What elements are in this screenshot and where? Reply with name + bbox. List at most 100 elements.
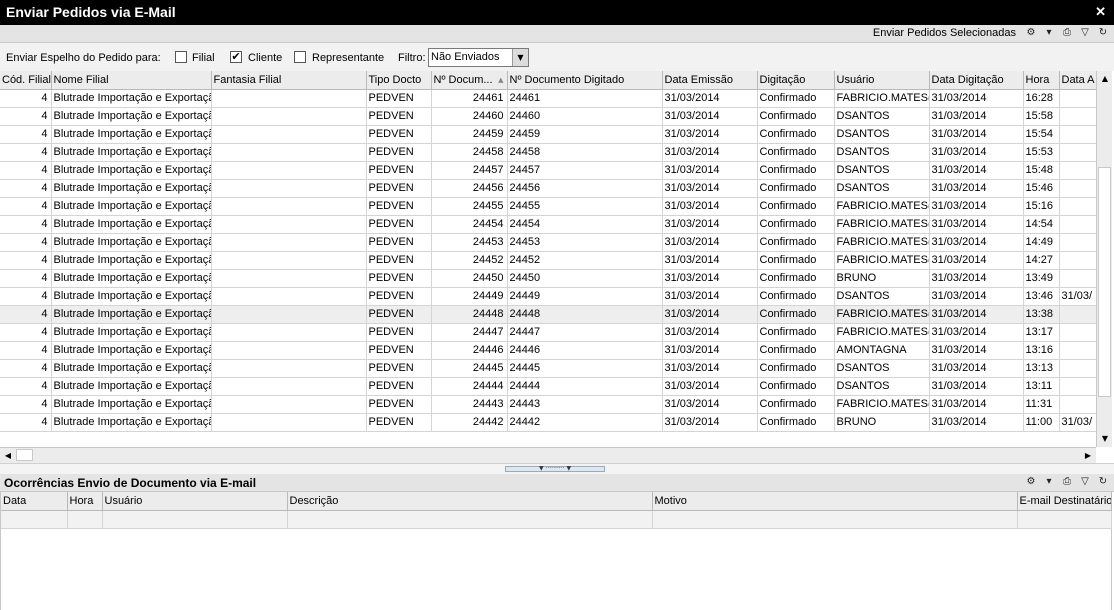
refresh-icon[interactable]: ↻: [1096, 26, 1110, 40]
refresh-icon[interactable]: ↻: [1096, 475, 1110, 489]
cell-data-emissao: 31/03/2014: [662, 251, 758, 270]
table-row[interactable]: 4 Blutrade Importação e Exportação PEDVEN 2…: [0, 107, 1096, 126]
sort-ascending-icon: ▲: [498, 75, 504, 84]
column-header-hora[interactable]: Hora: [67, 492, 103, 511]
column-header-motivo[interactable]: Motivo: [652, 492, 1018, 511]
column-header-data[interactable]: Data: [1, 492, 68, 511]
filter-icon[interactable]: ▽: [1078, 26, 1092, 40]
column-header-tipo-docto[interactable]: Tipo Docto: [366, 71, 432, 90]
cell-n-documento-digitado: 24456: [507, 179, 663, 198]
column-header-fantasia-filial[interactable]: Fantasia Filial: [211, 71, 367, 90]
cell-cod-filial: 4: [0, 323, 52, 342]
send-selected-button[interactable]: Enviar Pedidos Selecionadas: [873, 27, 1016, 39]
chevron-down-icon[interactable]: ▾: [1042, 475, 1056, 489]
table-row[interactable]: 4 Blutrade Importação e Exportação PEDVEN 2…: [0, 143, 1096, 162]
cell-tipo-docto: PEDVEN: [366, 269, 432, 288]
table-row[interactable]: 4 Blutrade Importação e Exportação PEDVEN 2…: [0, 395, 1096, 414]
table-row[interactable]: 4 Blutrade Importação e Exportação PEDVEN 2…: [0, 323, 1096, 342]
column-header-e-mail-destinatario[interactable]: E-mail Destinatário: [1017, 492, 1112, 511]
cell-n-docum: 24456: [431, 179, 508, 198]
orders-grid: Cód. Filial Nome Filial Fantasia Filial Tip…: [0, 71, 1096, 447]
empty-cell: [652, 510, 1018, 529]
representante-checkbox[interactable]: [294, 51, 306, 63]
cell-data-a: [1059, 323, 1096, 342]
cliente-checkbox[interactable]: ✔: [230, 51, 242, 63]
orders-vertical-scrollbar[interactable]: ▲ ▼: [1096, 71, 1112, 447]
cell-usuario: FABRICIO.MATES(: [834, 323, 930, 342]
column-header-data-emissao[interactable]: Data Emissão: [662, 71, 758, 90]
column-header-descricao[interactable]: Descrição: [287, 492, 653, 511]
cell-nome-filial: Blutrade Importação e Exportação: [51, 179, 212, 198]
column-header-data-a[interactable]: Data A: [1059, 71, 1096, 90]
cell-usuario: FABRICIO.MATES(: [834, 197, 930, 216]
scroll-down-icon[interactable]: ▼: [1097, 431, 1113, 447]
orders-horizontal-scrollbar[interactable]: ◀ ▶: [0, 447, 1096, 463]
cell-data-a: [1059, 197, 1096, 216]
column-header-digitacao[interactable]: Digitação: [757, 71, 835, 90]
settings-icon[interactable]: ⚙: [1024, 26, 1038, 40]
table-row[interactable]: 4 Blutrade Importação e Exportação PEDVEN 2…: [0, 269, 1096, 288]
scroll-up-icon[interactable]: ▲: [1097, 71, 1113, 87]
table-row[interactable]: 4 Blutrade Importação e Exportação PEDVEN 2…: [0, 179, 1096, 198]
column-header-nome-filial[interactable]: Nome Filial: [51, 71, 212, 90]
scroll-thumb[interactable]: [16, 449, 33, 461]
table-row[interactable]: 4 Blutrade Importação e Exportação PEDVEN 2…: [0, 341, 1096, 360]
scroll-left-icon[interactable]: ◀: [0, 448, 16, 463]
cell-fantasia-filial: [211, 107, 367, 126]
cell-n-docum: 24458: [431, 143, 508, 162]
cell-nome-filial: Blutrade Importação e Exportação: [51, 215, 212, 234]
cell-cod-filial: 4: [0, 287, 52, 306]
table-row[interactable]: 4 Blutrade Importação e Exportação PEDVEN 2…: [0, 197, 1096, 216]
column-header-usuario[interactable]: Usuário: [834, 71, 930, 90]
table-row[interactable]: 4 Blutrade Importação e Exportação PEDVEN 2…: [0, 161, 1096, 180]
cell-data-digitacao: 31/03/2014: [929, 413, 1024, 432]
column-header-hora[interactable]: Hora: [1023, 71, 1060, 90]
settings-icon[interactable]: ⚙: [1024, 475, 1038, 489]
cell-fantasia-filial: [211, 125, 367, 144]
table-row[interactable]: 4 Blutrade Importação e Exportação PEDVEN 2…: [0, 305, 1096, 324]
table-row[interactable]: 4 Blutrade Importação e Exportação PEDVEN 2…: [0, 359, 1096, 378]
table-row[interactable]: 4 Blutrade Importação e Exportação PEDVEN 2…: [0, 89, 1096, 108]
filtro-select[interactable]: Não Enviados ▼: [428, 48, 529, 67]
column-header-n-documento-digitado[interactable]: Nº Documento Digitado: [507, 71, 663, 90]
scroll-right-icon[interactable]: ▶: [1080, 448, 1096, 463]
close-icon[interactable]: ✕: [1095, 4, 1106, 20]
column-header-usuario[interactable]: Usuário: [102, 492, 288, 511]
cell-hora: 16:28: [1023, 89, 1060, 108]
table-row[interactable]: 4 Blutrade Importação e Exportação PEDVEN 2…: [0, 251, 1096, 270]
cell-data-a: [1059, 233, 1096, 252]
cell-usuario: FABRICIO.MATES(: [834, 395, 930, 414]
chevron-down-icon[interactable]: ▼: [512, 49, 528, 66]
chevron-down-icon[interactable]: ▾: [1042, 26, 1056, 40]
cell-fantasia-filial: [211, 89, 367, 108]
cell-usuario: FABRICIO.MATES(: [834, 89, 930, 108]
table-row[interactable]: [1, 510, 1112, 529]
scroll-thumb[interactable]: [1098, 167, 1111, 397]
cell-data-a: [1059, 89, 1096, 108]
splitter-grip-icon[interactable]: ▼ ·········· ▼: [505, 466, 605, 472]
column-header-cod-filial[interactable]: Cód. Filial: [0, 71, 52, 90]
column-header-data-digitacao[interactable]: Data Digitação: [929, 71, 1024, 90]
panel-splitter[interactable]: ▼ ·········· ▼: [0, 463, 1114, 474]
cell-hora: 13:46: [1023, 287, 1060, 306]
cell-data-digitacao: 31/03/2014: [929, 233, 1024, 252]
export-icon[interactable]: ⎙: [1060, 475, 1074, 489]
column-header-n-docum[interactable]: ▲ Nº Docum...: [431, 71, 508, 90]
cell-data-emissao: 31/03/2014: [662, 197, 758, 216]
filter-icon[interactable]: ▽: [1078, 475, 1092, 489]
filial-checkbox[interactable]: [175, 51, 187, 63]
cell-n-documento-digitado: 24449: [507, 287, 663, 306]
cell-digitacao: Confirmado: [757, 377, 835, 396]
cell-data-a: [1059, 107, 1096, 126]
cell-n-docum: 24455: [431, 197, 508, 216]
table-row[interactable]: 4 Blutrade Importação e Exportação PEDVEN 2…: [0, 377, 1096, 396]
table-row[interactable]: 4 Blutrade Importação e Exportação PEDVEN 2…: [0, 215, 1096, 234]
table-row[interactable]: 4 Blutrade Importação e Exportação PEDVEN 2…: [0, 125, 1096, 144]
table-row[interactable]: 4 Blutrade Importação e Exportação PEDVEN 2…: [0, 413, 1096, 432]
table-row[interactable]: 4 Blutrade Importação e Exportação PEDVEN 2…: [0, 233, 1096, 252]
cell-fantasia-filial: [211, 395, 367, 414]
export-icon[interactable]: ⎙: [1060, 26, 1074, 40]
cell-tipo-docto: PEDVEN: [366, 377, 432, 396]
cell-usuario: FABRICIO.MATES(: [834, 251, 930, 270]
table-row[interactable]: 4 Blutrade Importação e Exportação PEDVEN 2…: [0, 287, 1096, 306]
